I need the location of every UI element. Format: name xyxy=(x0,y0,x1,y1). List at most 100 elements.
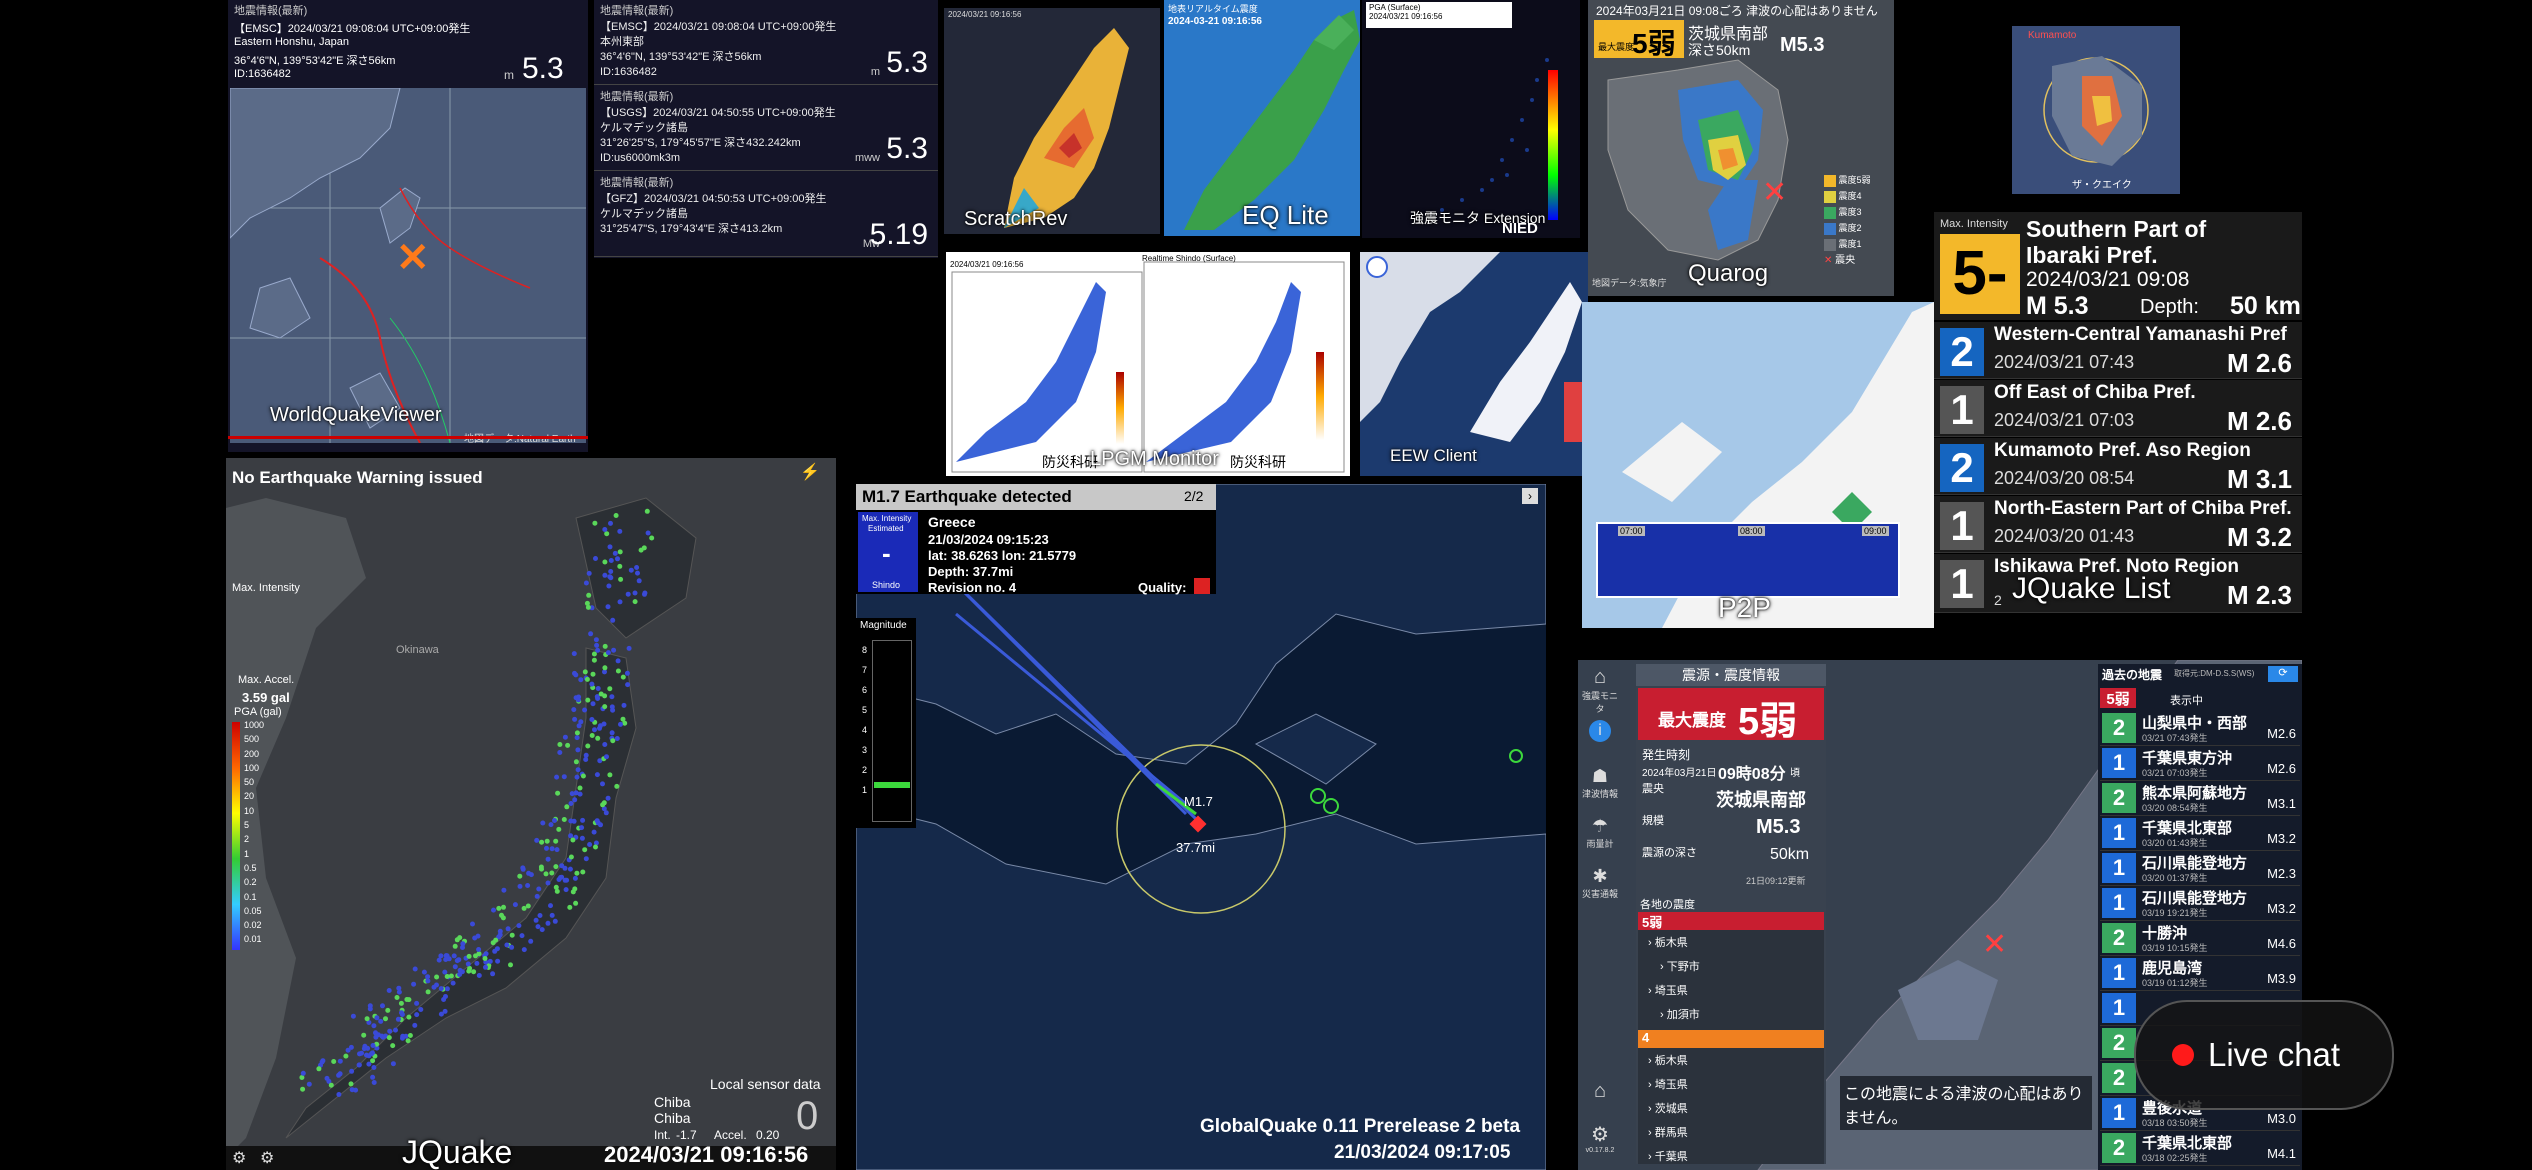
station-dot xyxy=(457,972,463,977)
gq-maxint-box: Max. Intensity Estimated - Shindo xyxy=(858,512,918,592)
kv-past-name: 十勝沖 xyxy=(2142,925,2188,942)
station-dot xyxy=(580,869,586,875)
kv-past-item[interactable]: 1 石川県能登地方 03/20 01:37発生 M2.3 xyxy=(2100,852,2300,886)
station-dot xyxy=(528,938,534,944)
kv-past-item[interactable]: 1 石川県能登地方 03/19 19:21発生 M3.2 xyxy=(2100,887,2300,921)
kv-max-label: 最大震度 xyxy=(1658,711,1726,730)
kv-past-item[interactable]: 2 山梨県中・西部 03/21 07:43発生 M2.6 xyxy=(2100,712,2300,746)
quarog-epicenter-x-icon: ✕ xyxy=(1762,176,1788,209)
station-dot xyxy=(442,969,448,975)
list-magnitude: 5.19 xyxy=(869,218,928,251)
kv-pref-row[interactable]: › 群馬県 xyxy=(1638,1120,1824,1144)
kv-past-int: 2 xyxy=(2102,1063,2136,1093)
jquake-list-item[interactable]: 1 Off East of Chiba Pref. 2024/03/21 07:… xyxy=(1934,380,2302,437)
kv-sidebar-home[interactable]: ⌂ xyxy=(1582,1080,1618,1124)
station-dot xyxy=(589,717,595,722)
station-dot xyxy=(369,1051,374,1057)
station-dot xyxy=(509,932,515,938)
kv-sidebar-info[interactable]: i xyxy=(1582,720,1618,764)
timeline-label: 08:00 xyxy=(1738,526,1765,536)
wqv-caption: WorldQuakeViewer xyxy=(270,404,442,426)
kv-city-row[interactable]: › 下野市 xyxy=(1638,954,1824,978)
station-dot xyxy=(425,974,431,980)
jquake-list-item[interactable]: 1 North-Eastern Part of Chiba Pref. 2024… xyxy=(1934,496,2302,553)
station-dot xyxy=(407,1033,413,1038)
jql-top-mag: M 5.3 xyxy=(2026,292,2089,320)
kv-sidebar-disaster[interactable]: ✱ 災害通報 xyxy=(1582,866,1618,910)
station-dot xyxy=(508,962,513,968)
kmon-time: 2024/03/21 09:16:56 xyxy=(1369,12,1443,21)
gear-icon: ⚙ xyxy=(1591,1124,1609,1146)
kv-past-name: 石川県能登地方 xyxy=(2142,855,2248,872)
station-dot xyxy=(590,671,596,677)
station-dot xyxy=(476,973,482,978)
event-magnitude: M 2.6 xyxy=(2226,348,2292,378)
kv-sidebar-tsunami[interactable]: ☗ 津波情報 xyxy=(1582,766,1618,810)
station-dot xyxy=(452,943,458,949)
mag-tick: 5 xyxy=(862,705,868,715)
kv-past-mag: M2.6 xyxy=(2267,761,2296,776)
scale-tick: 0.05 xyxy=(244,905,262,916)
station-dot xyxy=(370,1043,376,1048)
scratchrev-panel: 2024/03/21 09:16:56 ScratchRev xyxy=(944,8,1160,234)
jq-loc2: Chiba xyxy=(654,1110,691,1126)
kv-pref-row[interactable]: › 埼玉県 xyxy=(1638,978,1824,1002)
list-header: 地震情報(最新) xyxy=(600,91,674,103)
station-dot xyxy=(606,583,612,589)
wqv-main-line3: 36°4'6"N, 139°53'42"E 深さ56km xyxy=(234,55,396,67)
kv-past-item[interactable]: 1 千葉県東方沖 03/21 07:03発生 M2.6 xyxy=(2100,747,2300,781)
station-dot xyxy=(418,1007,424,1012)
list-header: 地震情報(最新) xyxy=(600,5,674,17)
kv-past-item[interactable]: 2 十勝沖 03/19 10:15発生 M4.6 xyxy=(2100,922,2300,956)
quarog-panel: 2024年03月21日 09:08ごろ 津波の心配はありません 最大震度 5弱 … xyxy=(1588,0,1894,296)
station-dot xyxy=(411,981,417,987)
station-dot xyxy=(573,790,579,796)
scale-tick: 1 xyxy=(244,848,250,859)
kv-past-mag: M3.2 xyxy=(2267,901,2296,916)
station-dot xyxy=(366,1061,372,1067)
station-dot xyxy=(582,847,588,853)
station-dot xyxy=(585,743,591,749)
station-dot xyxy=(405,1038,411,1044)
kv-refresh-button[interactable]: ⟳ xyxy=(2268,666,2298,682)
jq-settings-icon[interactable]: ⚙ xyxy=(232,1148,246,1168)
station-dot xyxy=(499,912,504,918)
station-dot xyxy=(516,923,522,929)
station-dot xyxy=(642,591,647,597)
jquake-list-item[interactable]: 2 Western-Central Yamanashi Pref 2024/03… xyxy=(1934,322,2302,379)
kv-pref-row[interactable]: › 栃木県 xyxy=(1638,1048,1824,1072)
home-icon: ⌂ xyxy=(1593,1080,1607,1102)
jq-gear-icon[interactable]: ⚙ xyxy=(260,1148,274,1168)
live-chat-button[interactable]: Live chat xyxy=(2134,1000,2394,1110)
jquake-list-item[interactable]: 1 Ishikawa Pref. Noto Region 2 M 2.3 JQu… xyxy=(1934,554,2302,613)
jquake-list-item[interactable]: 2 Kumamoto Pref. Aso Region 2024/03/20 0… xyxy=(1934,438,2302,495)
scale-tick: 0.5 xyxy=(244,862,257,873)
kv-pref-row[interactable]: › 千葉県 xyxy=(1638,1144,1824,1168)
station-dot xyxy=(543,871,549,877)
station-dot xyxy=(552,818,557,823)
gq-close-button[interactable]: › xyxy=(1522,488,1538,504)
jquake-list-top: Max. Intensity 5- Southern Part of Ibara… xyxy=(1934,212,2302,320)
station-dot xyxy=(620,716,626,722)
kv-city-row[interactable]: › 加須市 xyxy=(1638,1002,1824,1026)
kv-sidebar-monitor[interactable]: ⌂ 強震モニタ xyxy=(1582,666,1618,714)
station-dot xyxy=(337,1071,343,1077)
kv-past-item[interactable]: 1 千葉県北東部 03/20 01:43発生 M3.2 xyxy=(2100,817,2300,851)
kv-pref-row[interactable]: › 栃木県 xyxy=(1638,930,1824,954)
kv-sidebar-label: 津波情報 xyxy=(1582,789,1619,799)
kv-past-item[interactable]: 2 熊本県阿蘇地方 03/20 08:54発生 M3.1 xyxy=(2100,782,2300,816)
jq-status: No Earthquake Warning issued xyxy=(232,468,483,487)
kv-pref-row[interactable]: › 茨城県 xyxy=(1638,1096,1824,1120)
station-dot xyxy=(571,651,577,657)
kv-pref-row[interactable]: › 埼玉県 xyxy=(1638,1072,1824,1096)
station-dot xyxy=(590,701,596,707)
station-dot xyxy=(395,1016,401,1022)
kv-sidebar-settings[interactable]: ⚙ v0.17.8.2 xyxy=(1582,1122,1618,1166)
kv-past-item[interactable]: 2 千葉県北東部 03/18 02:25発生 M4.1 xyxy=(2100,1132,2300,1166)
timeline-label: 09:00 xyxy=(1862,526,1889,536)
kv-past-item[interactable]: 1 鹿児島湾 03/19 01:12発生 M3.9 xyxy=(2100,957,2300,991)
station-dot xyxy=(406,997,412,1003)
legend-item: ✕ 震央 xyxy=(1824,255,1856,266)
kv-sidebar-rain[interactable]: ☂ 雨量計 xyxy=(1582,816,1618,860)
station-dot xyxy=(412,966,418,972)
